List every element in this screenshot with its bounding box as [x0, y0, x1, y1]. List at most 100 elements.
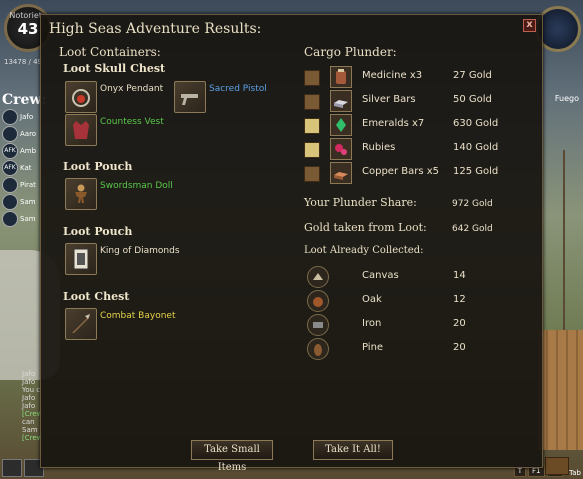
cargo-row: Silver Bars 50 Gold	[304, 90, 534, 112]
crew-name: Pirat	[20, 180, 36, 189]
oak-icon	[307, 290, 329, 312]
container-title: Loot Pouch	[63, 160, 133, 173]
cargo-name: Emeralds x7	[362, 118, 425, 129]
cargo-name: Silver Bars	[362, 94, 416, 105]
material-qty: 20	[453, 318, 466, 329]
material-row: Iron 20	[307, 314, 507, 336]
material-name: Oak	[362, 294, 382, 305]
crew-name: Jafo	[20, 112, 34, 121]
container-title: Loot Chest	[63, 290, 130, 303]
iron-icon	[307, 314, 329, 336]
cargo-gold-value: 50 Gold	[453, 94, 492, 105]
material-name: Pine	[362, 342, 384, 353]
cargo-row: Emeralds x7 630 Gold	[304, 114, 534, 136]
take-it-all-button[interactable]: Take It All!	[313, 440, 393, 460]
take-small-items-button[interactable]: Take Small Items	[191, 440, 273, 473]
crew-member[interactable]: Jafo	[2, 108, 42, 125]
crate-icon	[304, 70, 320, 86]
crew-name: Kat	[20, 163, 32, 172]
crate-icon	[304, 118, 320, 134]
crew-afk-badge: AFK	[2, 159, 18, 176]
medicine-icon	[330, 66, 352, 88]
gold-taken-value: 642 Gold	[452, 224, 493, 234]
crew-avatar-icon	[2, 193, 18, 210]
crew-name: Aaro	[20, 129, 37, 138]
loot-item-name: Swordsman Doll	[100, 181, 173, 191]
cargo-name: Copper Bars x5	[362, 166, 440, 177]
material-name: Canvas	[362, 270, 399, 281]
cargo-row: Medicine x3 27 Gold	[304, 66, 534, 88]
playing-card-icon	[73, 248, 89, 270]
material-qty: 20	[453, 342, 466, 353]
crew-name: Amb	[20, 146, 37, 155]
vest-icon	[73, 121, 89, 139]
crew-avatar-icon	[2, 108, 18, 125]
material-qty: 12	[453, 294, 466, 305]
loot-item-name: Onyx Pendant	[100, 84, 164, 94]
loot-item-slot[interactable]	[65, 81, 97, 113]
loot-item-name: Combat Bayonet	[100, 311, 176, 321]
cargo-plunder-heading: Cargo Plunder:	[304, 45, 397, 59]
menu-icon[interactable]	[2, 459, 22, 477]
close-button[interactable]: x	[523, 19, 536, 32]
canvas-icon	[307, 266, 329, 288]
cargo-gold-value: 27 Gold	[453, 70, 492, 81]
corner-buttons	[2, 459, 44, 477]
loot-item-name: Countess Vest	[100, 117, 164, 127]
ship-deck-scenery	[538, 330, 583, 450]
loot-item-slot[interactable]	[65, 178, 97, 210]
crew-name: Sam	[20, 214, 36, 223]
gold-taken-label: Gold taken from Loot:	[304, 221, 427, 234]
crew-avatar-icon	[2, 176, 18, 193]
cargo-name: Medicine x3	[362, 70, 423, 81]
plunder-share-label: Your Plunder Share:	[304, 196, 417, 209]
cargo-row: Rubies 140 Gold	[304, 138, 534, 160]
loot-item-slot[interactable]	[65, 308, 97, 340]
crate-icon	[304, 166, 320, 182]
crate-icon	[304, 94, 320, 110]
crew-member[interactable]: Sam	[2, 193, 42, 210]
cargo-gold-value: 125 Gold	[453, 166, 499, 177]
crew-member[interactable]: Pirat	[2, 176, 42, 193]
loot-containers-heading: Loot Containers:	[59, 45, 161, 59]
loot-item-slot[interactable]	[65, 114, 97, 146]
material-row: Canvas 14	[307, 266, 507, 288]
cargo-name: Rubies	[362, 142, 396, 153]
bayonet-icon	[72, 314, 90, 333]
cargo-gold-value: 140 Gold	[453, 142, 499, 153]
tab-key-label: Tab	[569, 469, 581, 477]
pendant-icon	[72, 89, 90, 107]
cargo-gold-value: 630 Gold	[453, 118, 499, 129]
container-title: Loot Skull Chest	[63, 62, 166, 75]
loot-collected-heading: Loot Already Collected:	[304, 245, 424, 256]
crew-list: Jafo Aaro AFK Amb AFK Kat Pirat Sam Sam	[2, 108, 42, 227]
loot-item-slot[interactable]	[65, 243, 97, 275]
material-row: Oak 12	[307, 290, 507, 312]
emerald-icon	[330, 114, 352, 136]
crew-member[interactable]: Aaro	[2, 125, 42, 142]
cargo-row: Copper Bars x5 125 Gold	[304, 162, 534, 184]
material-row: Pine 20	[307, 338, 507, 360]
container-title: Loot Pouch	[63, 225, 133, 238]
copper-bars-icon	[330, 162, 352, 184]
crew-name: Sam	[20, 197, 36, 206]
material-name: Iron	[362, 318, 382, 329]
xp-readout: 13478 / 49	[4, 58, 42, 66]
crew-member[interactable]: AFK Amb	[2, 142, 42, 159]
crate-icon	[304, 142, 320, 158]
doll-icon	[75, 184, 87, 203]
crew-member[interactable]: AFK Kat	[2, 159, 42, 176]
crew-avatar-icon	[2, 125, 18, 142]
ruby-icon	[330, 138, 352, 160]
results-window: High Seas Adventure Results: x Loot Cont…	[40, 14, 543, 473]
silver-bars-icon	[330, 90, 352, 112]
crew-afk-badge: AFK	[2, 142, 18, 159]
material-qty: 14	[453, 270, 466, 281]
treasure-chest-icon[interactable]	[545, 457, 569, 475]
loot-item-name: King of Diamonds	[100, 246, 180, 256]
crew-avatar-icon	[2, 210, 18, 227]
location-label: Fuego	[554, 94, 579, 103]
pistol-icon	[181, 94, 198, 105]
loot-item-slot[interactable]	[174, 81, 206, 113]
crew-member[interactable]: Sam	[2, 210, 42, 227]
